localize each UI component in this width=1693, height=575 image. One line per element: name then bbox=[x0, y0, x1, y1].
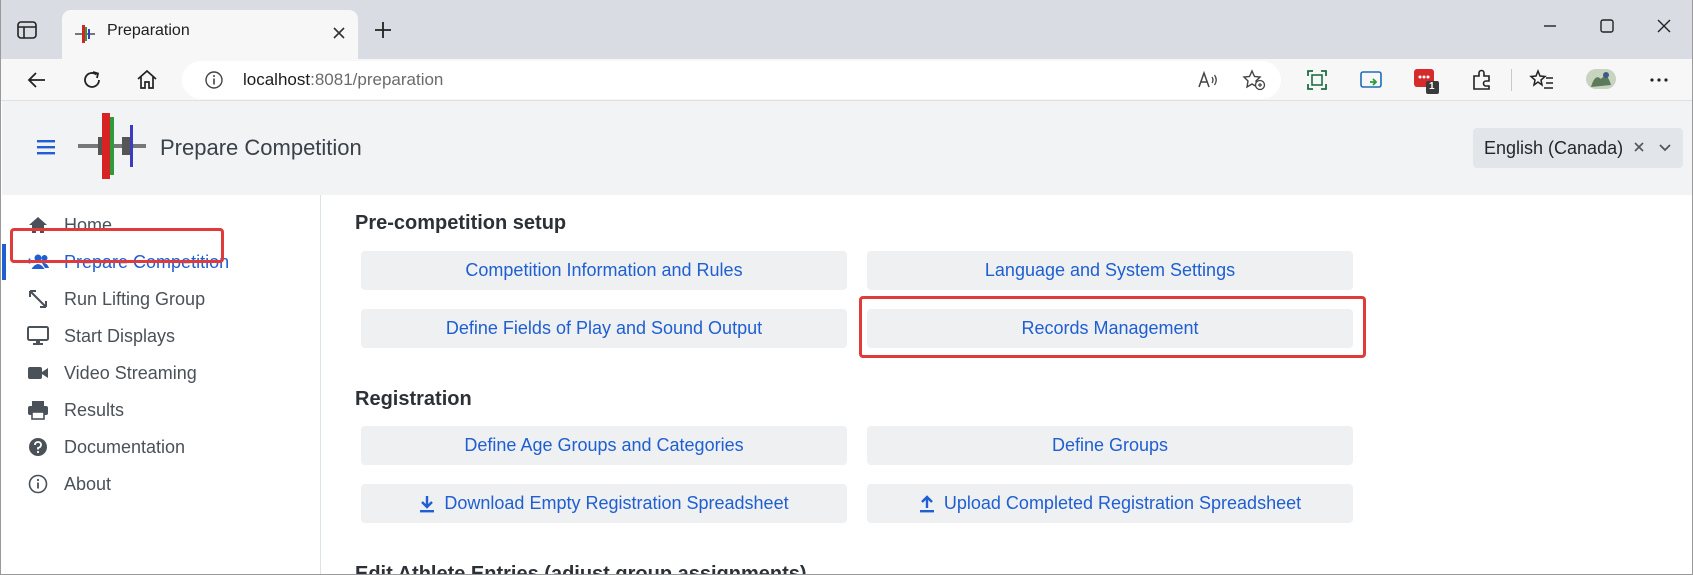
sidebar-item-start-displays[interactable]: Start Displays bbox=[2, 317, 320, 355]
competition-info-button[interactable]: Competition Information and Rules bbox=[361, 251, 847, 290]
new-tab-icon[interactable] bbox=[371, 18, 395, 42]
site-info-icon[interactable] bbox=[204, 70, 224, 95]
desktop-icon bbox=[27, 326, 49, 346]
toolbar-divider bbox=[1511, 69, 1512, 91]
url-text: localhost:8081/preparation bbox=[243, 70, 443, 90]
back-icon[interactable] bbox=[24, 67, 50, 93]
upload-icon bbox=[919, 494, 935, 513]
tab-strip: Preparation bbox=[1, 0, 1692, 60]
download-registration-button[interactable]: Download Empty Registration Spreadsheet bbox=[361, 484, 847, 523]
home-browser-icon[interactable] bbox=[134, 67, 160, 93]
video-camera-icon bbox=[27, 363, 49, 383]
section-title-pre-competition: Pre-competition setup bbox=[355, 212, 567, 234]
arrows-diagonal-icon bbox=[27, 289, 49, 309]
button-label: Language and System Settings bbox=[984, 260, 1236, 280]
tab-title: Preparation bbox=[107, 22, 190, 39]
profile-avatar[interactable] bbox=[1585, 63, 1617, 95]
button-label: Upload Completed Registration Spreadshee… bbox=[943, 493, 1302, 513]
favorites-icon[interactable] bbox=[1529, 67, 1555, 93]
sidebar-item-documentation[interactable]: Documentation bbox=[2, 428, 320, 466]
section-title-edit-entries: Edit Athlete Entries (adjust group assig… bbox=[355, 563, 807, 575]
chevron-down-icon[interactable] bbox=[1657, 139, 1673, 160]
sidebar-item-about[interactable]: About bbox=[2, 465, 320, 503]
upload-registration-button[interactable]: Upload Completed Registration Spreadshee… bbox=[867, 484, 1353, 523]
cast-icon[interactable] bbox=[1358, 67, 1384, 93]
app-header: Prepare Competition English (Canada) bbox=[2, 101, 1692, 195]
url-path: :8081/preparation bbox=[310, 70, 444, 89]
sidebar-item-video-streaming[interactable]: Video Streaming bbox=[2, 354, 320, 392]
sidebar: Home Prepare Competition Run Lifting Gro… bbox=[2, 195, 321, 574]
download-icon bbox=[419, 495, 435, 513]
sidebar-item-results[interactable]: Results bbox=[2, 391, 320, 429]
more-options-icon[interactable] bbox=[1646, 67, 1672, 93]
language-select[interactable]: English (Canada) bbox=[1473, 128, 1683, 168]
close-tab-icon[interactable] bbox=[330, 24, 348, 42]
url-host: localhost bbox=[243, 70, 311, 89]
highlight-box bbox=[859, 296, 1366, 358]
info-circle-icon bbox=[27, 474, 49, 494]
button-label: Competition Information and Rules bbox=[465, 260, 743, 280]
add-favorite-icon[interactable] bbox=[1242, 69, 1266, 96]
sidebar-item-label: Results bbox=[64, 400, 125, 420]
button-label: Define Age Groups and Categories bbox=[464, 435, 744, 455]
question-circle-icon bbox=[27, 437, 49, 457]
button-label: Download Empty Registration Spreadsheet bbox=[444, 493, 789, 513]
sidebar-item-label: Run Lifting Group bbox=[64, 289, 206, 309]
close-window-icon[interactable] bbox=[1641, 14, 1687, 38]
maximize-icon[interactable] bbox=[1584, 14, 1630, 38]
sidebar-item-run-lifting-group[interactable]: Run Lifting Group bbox=[2, 280, 320, 318]
refresh-icon[interactable] bbox=[79, 67, 105, 93]
sidebar-item-label: Start Displays bbox=[64, 326, 176, 346]
browser-tab-active[interactable]: Preparation bbox=[62, 10, 358, 60]
app-logo bbox=[76, 113, 146, 184]
main-content: Pre-competition setup Competition Inform… bbox=[321, 195, 1692, 575]
notification-count: 1 bbox=[1429, 81, 1435, 92]
define-groups-button[interactable]: Define Groups bbox=[867, 426, 1353, 465]
menu-toggle-icon[interactable] bbox=[36, 139, 56, 160]
address-input[interactable]: localhost:8081/preparation bbox=[182, 61, 1281, 99]
read-aloud-icon[interactable] bbox=[1197, 70, 1219, 95]
address-bar-row: localhost:8081/preparation 1 bbox=[1, 59, 1692, 101]
sidebar-item-label: About bbox=[64, 474, 112, 494]
printer-icon bbox=[27, 400, 49, 420]
section-title-registration: Registration bbox=[355, 388, 472, 410]
language-value: English (Canada) bbox=[1484, 138, 1624, 158]
extensions-icon[interactable] bbox=[1469, 67, 1495, 93]
tab-actions-icon[interactable] bbox=[15, 18, 39, 42]
app-favicon-icon bbox=[74, 23, 96, 50]
active-indicator bbox=[2, 244, 6, 280]
screenshot-icon[interactable] bbox=[1304, 67, 1330, 93]
button-label: Define Fields of Play and Sound Output bbox=[445, 318, 763, 338]
fields-of-play-button[interactable]: Define Fields of Play and Sound Output bbox=[361, 309, 847, 348]
extension-badge-icon[interactable]: 1 bbox=[1413, 67, 1439, 94]
sidebar-item-label: Video Streaming bbox=[64, 363, 197, 383]
minimize-icon[interactable] bbox=[1527, 14, 1573, 38]
highlight-box bbox=[10, 228, 224, 263]
clear-icon[interactable] bbox=[1631, 139, 1647, 160]
page-title: Prepare Competition bbox=[160, 135, 362, 160]
button-label: Define Groups bbox=[1051, 435, 1169, 455]
browser-window: Preparation localhost:8081/preparation 1… bbox=[0, 0, 1693, 575]
age-groups-button[interactable]: Define Age Groups and Categories bbox=[361, 426, 847, 465]
sidebar-item-label: Documentation bbox=[64, 437, 186, 457]
language-settings-button[interactable]: Language and System Settings bbox=[867, 251, 1353, 290]
